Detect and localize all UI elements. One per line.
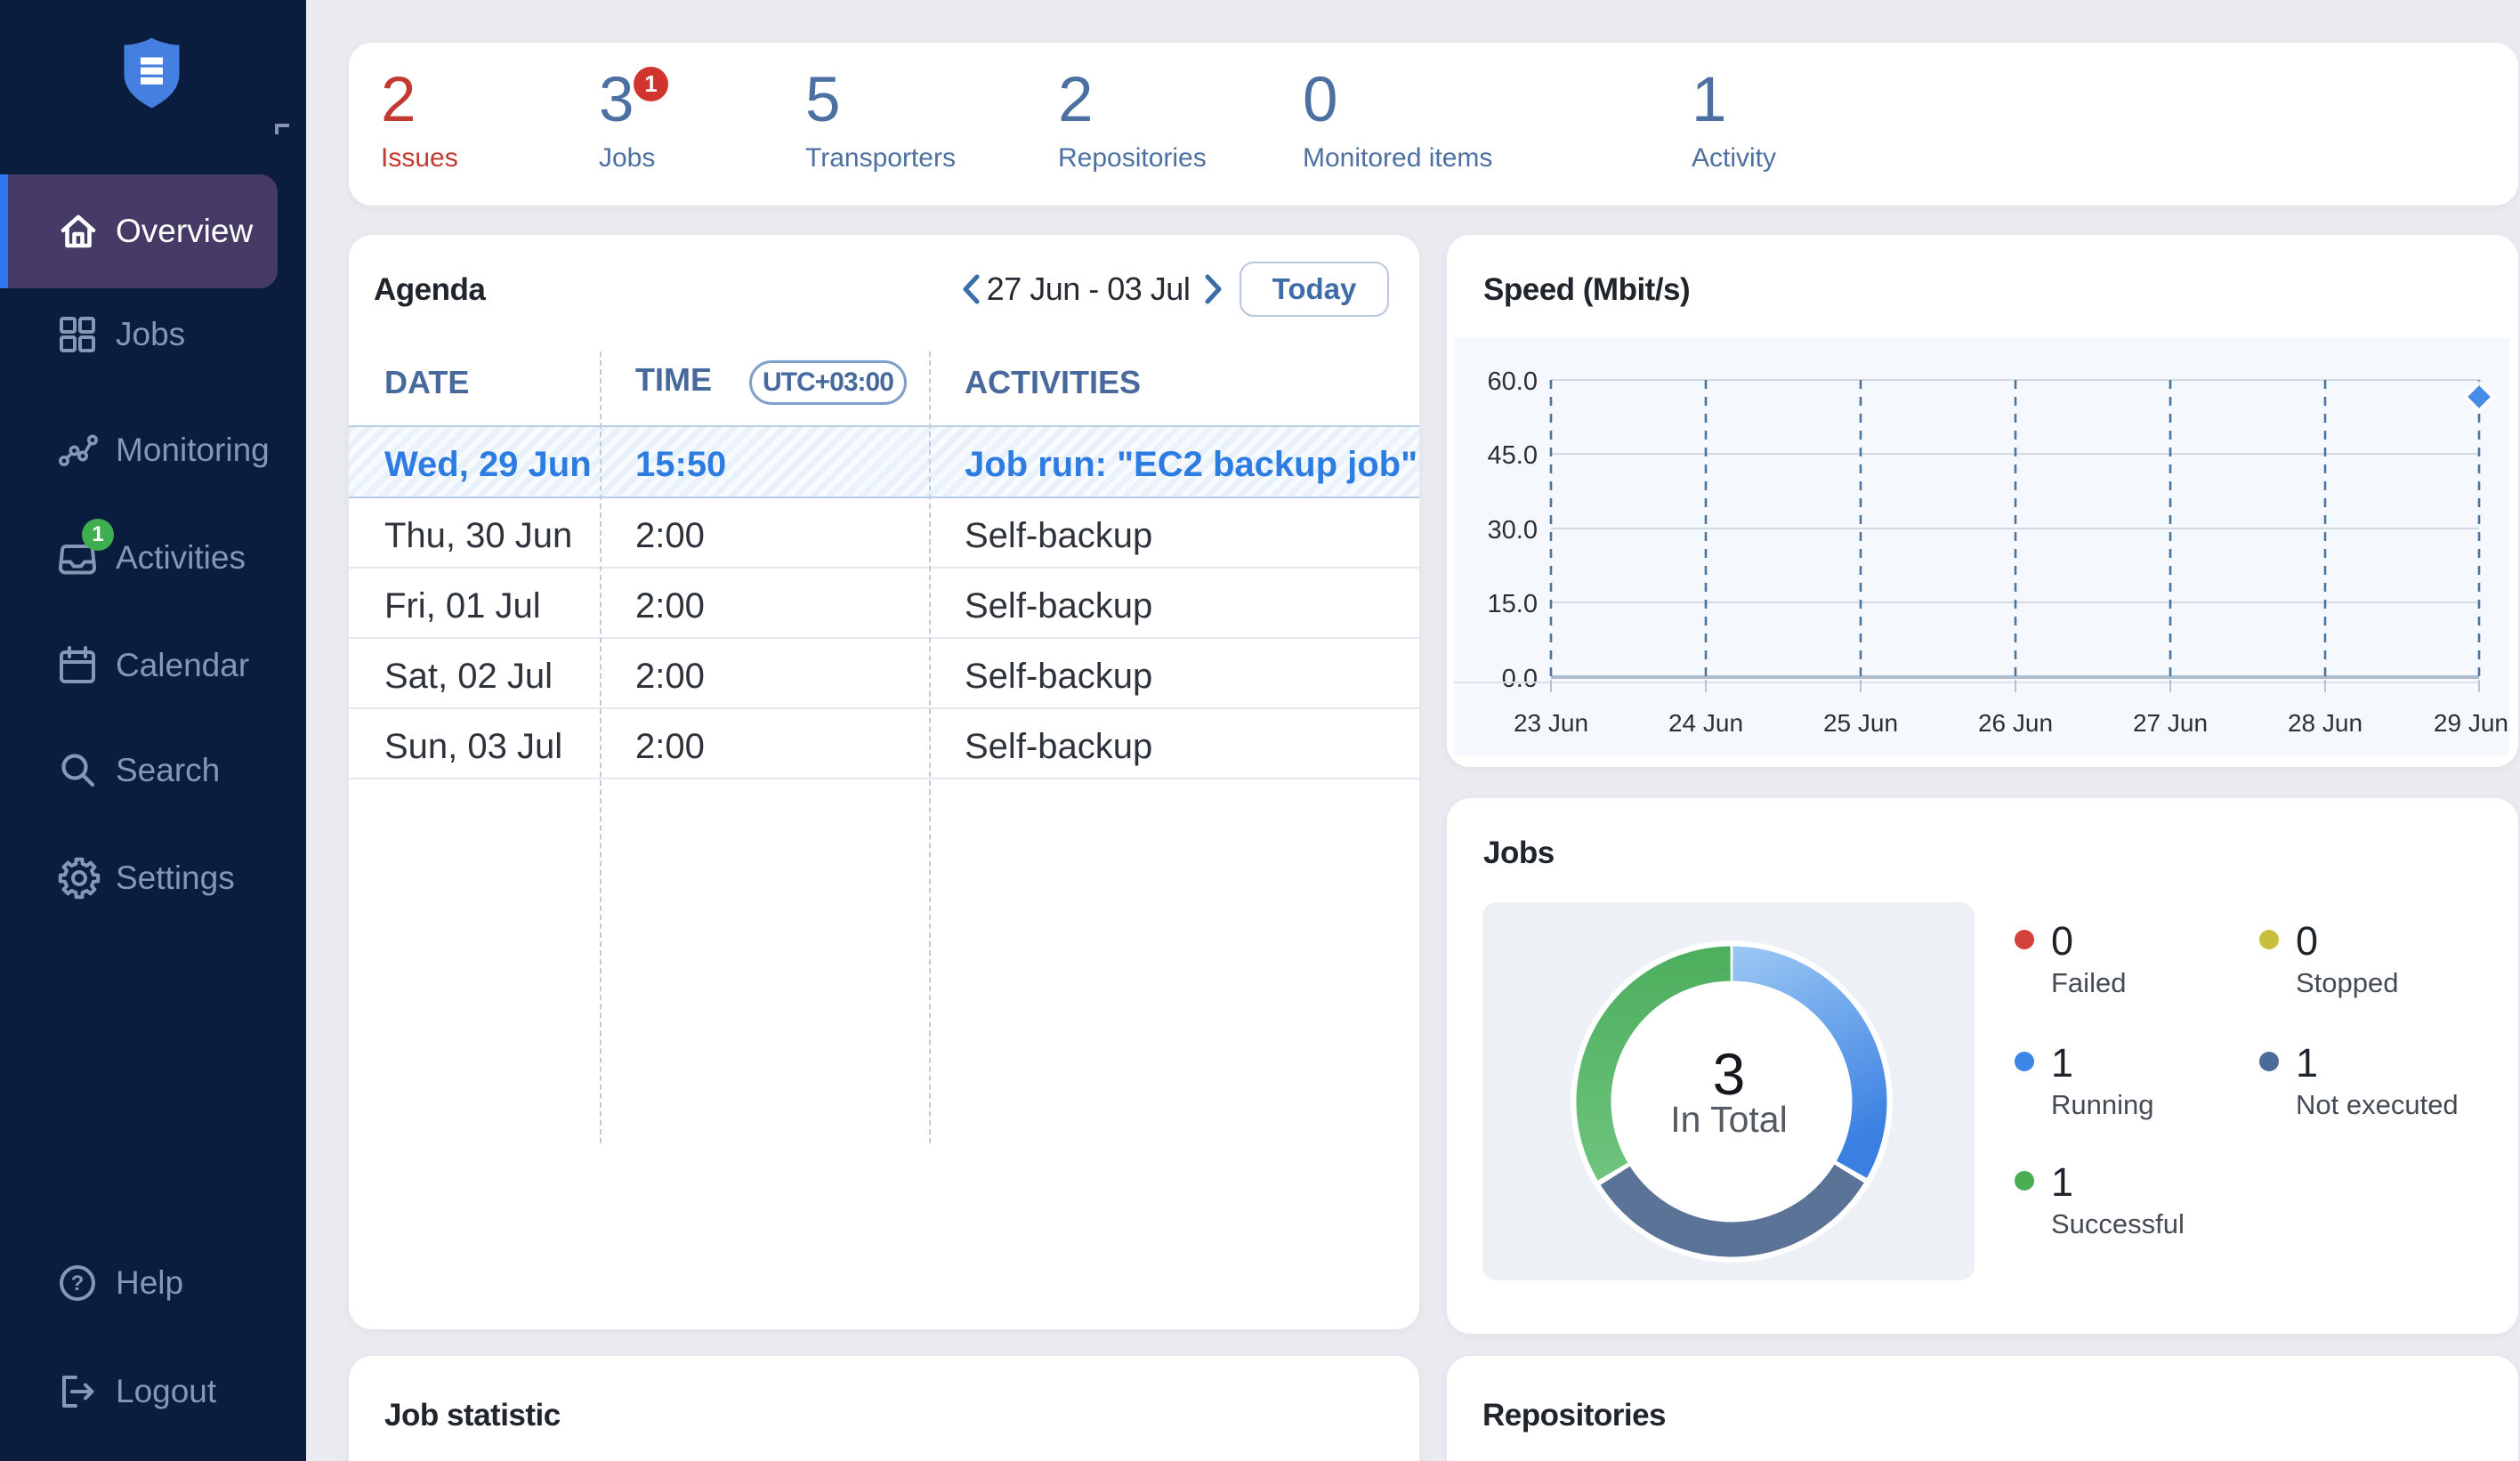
- svg-text:?: ?: [71, 1271, 85, 1296]
